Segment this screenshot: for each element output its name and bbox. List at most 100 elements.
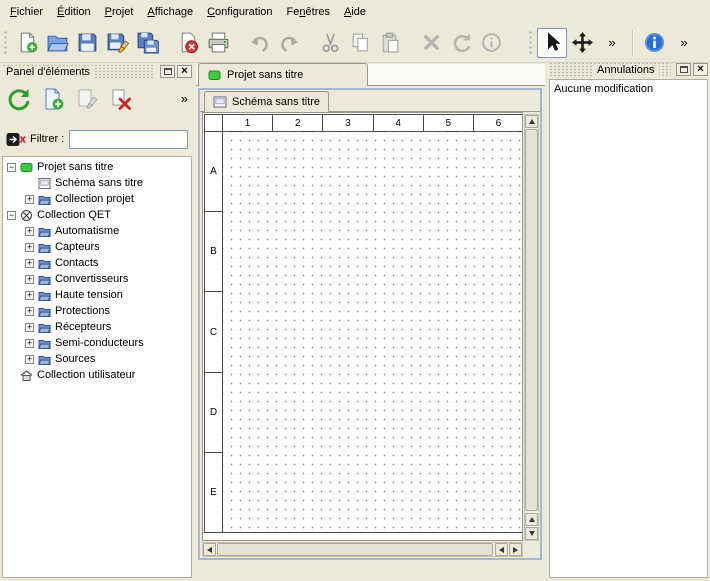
menu-fichier[interactable]: Fichier xyxy=(3,2,50,22)
scroll-right-button[interactable] xyxy=(509,543,522,556)
menu-aide[interactable]: Aide xyxy=(337,2,373,22)
clear-filter-icon xyxy=(6,132,26,147)
undo-panel-dock: Annulations Aucune modification xyxy=(549,62,708,578)
help-info-button[interactable] xyxy=(639,28,669,58)
vertical-scrollbar[interactable] xyxy=(524,114,539,541)
tree-item-protections[interactable]: Protections xyxy=(3,303,191,319)
scroll-up-button[interactable] xyxy=(525,115,538,128)
undo-history-empty-item[interactable]: Aucune modification xyxy=(550,80,707,98)
filter-label: Filtrer : xyxy=(30,133,64,145)
rotate-button[interactable] xyxy=(446,28,476,58)
scroll-up-button-2[interactable] xyxy=(525,513,538,526)
undo-history-list: Aucune modification xyxy=(549,79,708,578)
row-label: B xyxy=(205,212,222,292)
tree-item-semi-conducteurs[interactable]: Semi-conducteurs xyxy=(3,335,191,351)
float-panel-button[interactable] xyxy=(160,65,175,78)
expand-expander-icon[interactable] xyxy=(25,339,34,348)
info-button[interactable] xyxy=(476,28,506,58)
tree-item-collection-utilisateur[interactable]: Collection utilisateur xyxy=(3,367,191,383)
toolbar-grip[interactable] xyxy=(3,30,8,56)
new-document-button[interactable] xyxy=(12,28,42,58)
scroll-down-button[interactable] xyxy=(525,527,538,540)
tree-item-projet-sans-titre[interactable]: Projet sans titre xyxy=(3,159,191,175)
diagram-grid-canvas[interactable] xyxy=(223,132,523,532)
expand-expander-icon[interactable] xyxy=(25,323,34,332)
float-panel-button[interactable] xyxy=(676,63,691,76)
schema-tab[interactable]: Schéma sans titre xyxy=(204,91,329,112)
chevron-double-icon xyxy=(181,91,188,106)
selection-toolbar-grip[interactable] xyxy=(528,30,533,56)
chevron-double-icon xyxy=(608,36,615,49)
delete-element-button[interactable] xyxy=(106,84,136,114)
elements-panel-titlebar[interactable]: Panel d'éléments xyxy=(2,64,192,79)
menu-configuration[interactable]: Configuration xyxy=(200,2,279,22)
tree-item-convertisseurs[interactable]: Convertisseurs xyxy=(3,271,191,287)
expand-expander-icon[interactable] xyxy=(25,275,34,284)
expand-expander-icon[interactable] xyxy=(25,307,34,316)
undo-button[interactable] xyxy=(244,28,274,58)
tree-item-recepteurs[interactable]: Récepteurs xyxy=(3,319,191,335)
save-all-button[interactable] xyxy=(132,28,162,58)
menu-edition[interactable]: Édition xyxy=(50,2,98,22)
tree-item-collection-projet[interactable]: Collection projet xyxy=(3,191,191,207)
filter-input[interactable] xyxy=(69,130,188,149)
expand-expander-icon[interactable] xyxy=(25,195,34,204)
collapse-expander-icon[interactable] xyxy=(7,211,16,220)
paste-button[interactable] xyxy=(375,28,405,58)
expand-expander-icon[interactable] xyxy=(25,259,34,268)
row-label: A xyxy=(205,132,222,212)
qelectrotech-window: Fichier Édition Projet Affichage Configu… xyxy=(0,0,710,581)
delete-button[interactable] xyxy=(416,28,446,58)
tree-item-schema-sans-titre[interactable]: Schéma sans titre xyxy=(3,175,191,191)
row-label: C xyxy=(205,292,222,372)
expand-expander-icon[interactable] xyxy=(25,227,34,236)
tree-item-collection-qet[interactable]: Collection QET xyxy=(3,207,191,223)
move-tool-button[interactable] xyxy=(567,28,597,58)
elements-tree: Projet sans titre Schéma sans titre Coll… xyxy=(2,156,192,578)
save-as-button[interactable] xyxy=(102,28,132,58)
ruler-corner xyxy=(205,115,223,132)
reload-collections-button[interactable] xyxy=(4,84,34,114)
selection-toolbar-extension[interactable] xyxy=(597,28,627,58)
cut-button[interactable] xyxy=(315,28,345,58)
menu-projet[interactable]: Projet xyxy=(98,2,141,22)
tree-item-automatisme[interactable]: Automatisme xyxy=(3,223,191,239)
horizontal-scroll-thumb[interactable] xyxy=(217,543,493,556)
edit-element-button[interactable] xyxy=(72,84,102,114)
rotate-icon xyxy=(450,31,473,54)
row-ruler: A B C D E xyxy=(205,132,223,532)
diagram-paper[interactable]: 1 2 3 4 5 6 A B C D E xyxy=(204,114,523,533)
undo-icon xyxy=(248,31,271,54)
new-element-button[interactable] xyxy=(38,84,68,114)
expand-expander-icon[interactable] xyxy=(25,291,34,300)
menu-fenetres[interactable]: Fenêtres xyxy=(280,2,337,22)
select-pointer-button[interactable] xyxy=(537,28,567,58)
close-icon xyxy=(181,66,187,77)
elements-panel-extension[interactable] xyxy=(181,92,188,106)
move-icon xyxy=(571,31,594,54)
scroll-left-button[interactable] xyxy=(203,543,216,556)
print-button[interactable] xyxy=(203,28,233,58)
tree-item-capteurs[interactable]: Capteurs xyxy=(3,239,191,255)
tree-item-haute-tension[interactable]: Haute tension xyxy=(3,287,191,303)
menu-affichage[interactable]: Affichage xyxy=(140,2,200,22)
expand-expander-icon[interactable] xyxy=(25,355,34,364)
vertical-scroll-thumb[interactable] xyxy=(525,129,538,511)
main-toolbar-extension[interactable] xyxy=(669,28,699,58)
undo-panel-titlebar[interactable]: Annulations xyxy=(549,62,708,77)
tree-item-sources[interactable]: Sources xyxy=(3,351,191,367)
horizontal-scrollbar[interactable] xyxy=(202,542,523,557)
close-panel-button[interactable] xyxy=(177,65,192,78)
expand-expander-icon[interactable] xyxy=(25,243,34,252)
close-panel-button[interactable] xyxy=(693,63,708,76)
redo-button[interactable] xyxy=(274,28,304,58)
close-file-button[interactable] xyxy=(173,28,203,58)
project-tab[interactable]: Projet sans titre xyxy=(198,63,368,86)
save-all-icon xyxy=(136,31,159,54)
collapse-expander-icon[interactable] xyxy=(7,163,16,172)
save-button[interactable] xyxy=(72,28,102,58)
copy-button[interactable] xyxy=(345,28,375,58)
scroll-left-button-2[interactable] xyxy=(495,543,508,556)
open-button[interactable] xyxy=(42,28,72,58)
tree-item-contacts[interactable]: Contacts xyxy=(3,255,191,271)
